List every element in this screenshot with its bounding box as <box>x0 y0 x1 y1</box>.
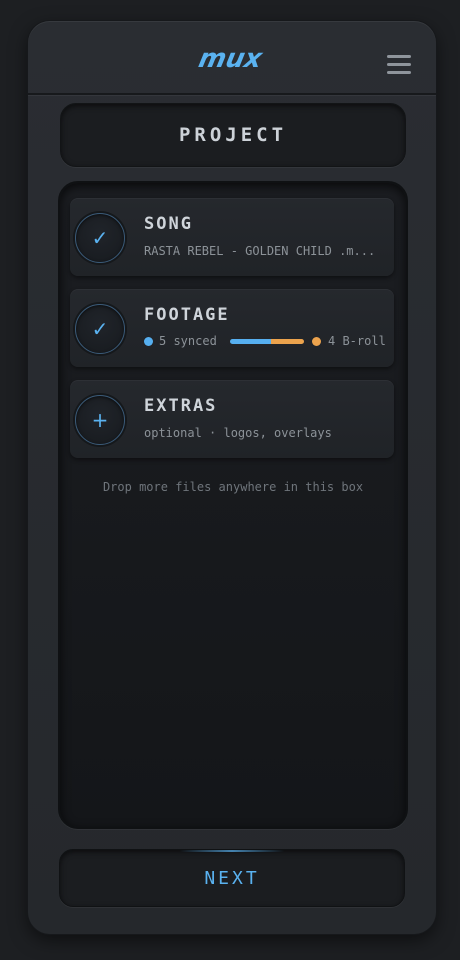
song-title: SONG <box>144 214 193 234</box>
check-icon: ✓ <box>75 213 125 263</box>
project-title: PROJECT <box>178 124 288 146</box>
plus-icon[interactable]: + <box>75 395 125 445</box>
next-button-glow <box>180 850 284 852</box>
next-button[interactable]: NEXT <box>59 849 405 907</box>
app-window: mux PROJECT ✓ SONG RASTA REBEL - GOLDEN … <box>28 21 436 934</box>
project-header: PROJECT <box>60 103 406 167</box>
footage-row[interactable]: ✓ FOOTAGE 5 synced 4 B-roll <box>70 289 394 367</box>
footage-title: FOOTAGE <box>144 305 230 325</box>
header: mux <box>28 21 436 95</box>
footage-ratio-bar <box>230 339 304 344</box>
footage-status: 5 synced 4 B-roll <box>144 333 386 349</box>
check-icon: ✓ <box>75 304 125 354</box>
song-filename: RASTA REBEL - GOLDEN CHILD .m... <box>144 244 376 258</box>
broll-dot-icon <box>312 337 321 346</box>
song-row[interactable]: ✓ SONG RASTA REBEL - GOLDEN CHILD .m... <box>70 198 394 276</box>
mux-logo: mux <box>193 46 273 74</box>
svg-text:mux: mux <box>196 46 266 74</box>
next-button-label: NEXT <box>204 867 260 889</box>
broll-bar-segment <box>271 339 304 344</box>
synced-bar-segment <box>230 339 272 344</box>
extras-title: EXTRAS <box>144 396 218 416</box>
drop-hint: Drop more files anywhere in this box <box>102 480 364 494</box>
synced-dot-icon <box>144 337 153 346</box>
file-drop-zone[interactable]: ✓ SONG RASTA REBEL - GOLDEN CHILD .m... … <box>58 181 408 829</box>
extras-description: optional · logos, overlays <box>144 426 332 440</box>
hamburger-menu-icon[interactable] <box>385 53 413 77</box>
synced-count-label: 5 synced <box>159 334 217 348</box>
extras-row[interactable]: + EXTRAS optional · logos, overlays <box>70 380 394 458</box>
broll-count-label: 4 B-roll <box>328 334 386 348</box>
